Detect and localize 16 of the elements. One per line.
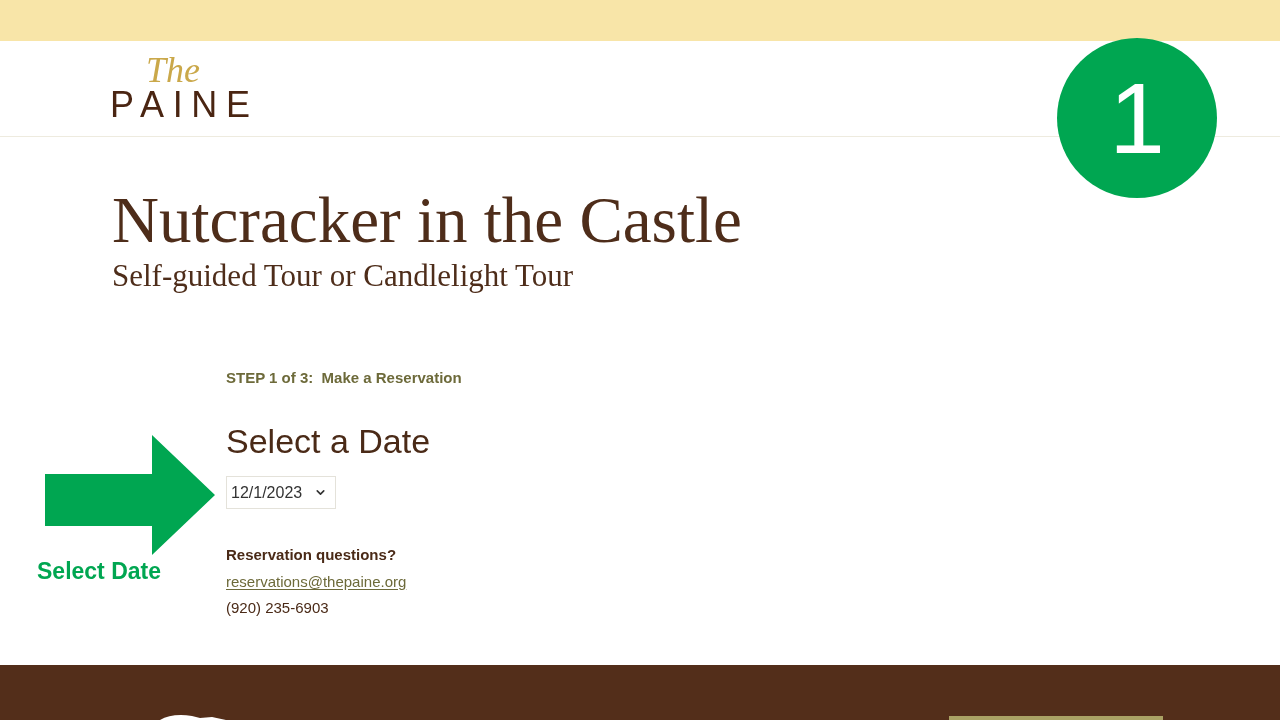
page-title: Nutcracker in the Castle bbox=[112, 184, 742, 256]
questions-label: Reservation questions? bbox=[226, 545, 397, 565]
email-link[interactable]: reservations@thepaine.org bbox=[226, 572, 407, 592]
section-heading: Select a Date bbox=[226, 421, 431, 461]
annotation-label: Select Date bbox=[37, 557, 161, 585]
step-label: STEP 1 of 3: Make a Reservation bbox=[226, 368, 462, 388]
logo-wordmark: PAINE bbox=[110, 87, 259, 123]
page-subtitle: Self-guided Tour or Candlelight Tour bbox=[112, 258, 574, 294]
logo-icon bbox=[160, 714, 226, 720]
logo[interactable]: The PAINE bbox=[110, 55, 260, 123]
arrow-icon bbox=[45, 435, 215, 555]
logo-script: The bbox=[146, 52, 200, 88]
date-select[interactable]: 12/1/2023 bbox=[226, 476, 337, 509]
step-marker: 1 bbox=[1057, 38, 1217, 198]
phone-number: (920) 235-6903 bbox=[226, 598, 329, 618]
footer-button[interactable] bbox=[949, 716, 1163, 720]
